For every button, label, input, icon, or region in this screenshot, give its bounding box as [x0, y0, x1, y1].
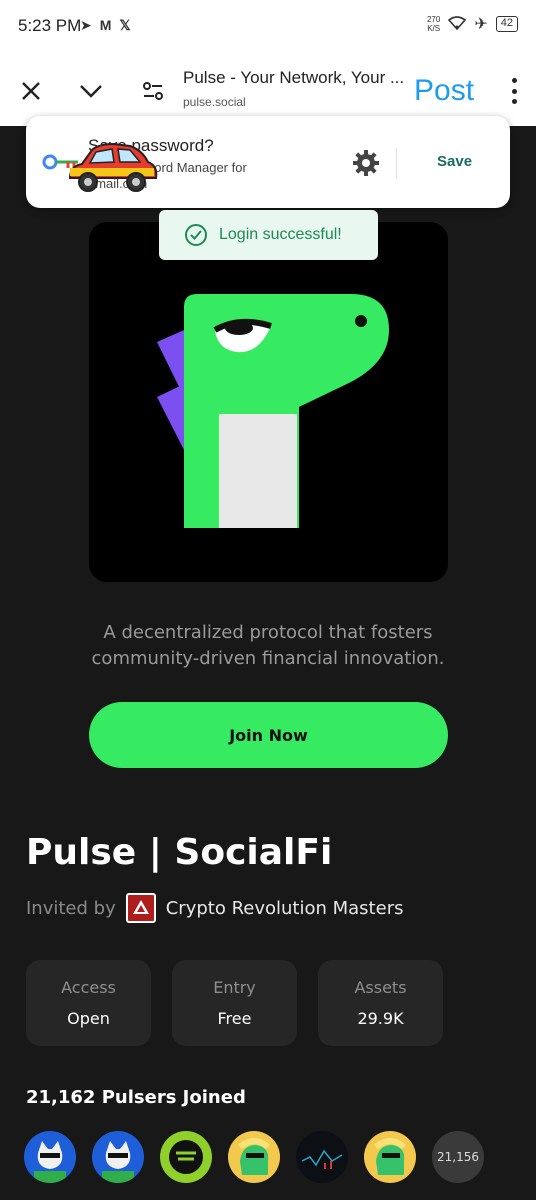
save-password-prompt: Save password? Password Manager for gmai…: [26, 116, 510, 208]
wifi-icon: [448, 15, 467, 33]
airplane-icon: ✈: [474, 16, 488, 33]
join-now-button[interactable]: Join Now: [89, 702, 448, 768]
notification-icons: ➤ M 𝕏: [80, 17, 131, 34]
chevron-down-icon[interactable]: [76, 76, 106, 106]
divider: [396, 148, 397, 178]
avatar[interactable]: [92, 1131, 144, 1183]
avatar[interactable]: [296, 1131, 348, 1183]
telegram-icon: ➤: [80, 17, 92, 33]
page-url[interactable]: pulse.social: [183, 95, 246, 109]
inviter-name[interactable]: Crypto Revolution Masters: [166, 898, 404, 919]
pulse-logo-image: [89, 222, 448, 582]
members-joined-count: 21,162 Pulsers Joined: [26, 1087, 246, 1108]
invited-label: Invited by: [26, 897, 116, 919]
system-icons: 270 K/S ✈ 42: [427, 14, 518, 34]
stat-entry: Entry Free: [172, 960, 297, 1046]
inviter-avatar[interactable]: [125, 893, 156, 923]
gear-icon[interactable]: [352, 149, 380, 177]
more-members-count[interactable]: 21,156: [432, 1131, 484, 1183]
close-icon[interactable]: [16, 76, 46, 106]
stat-assets: Assets 29.9K: [318, 960, 443, 1046]
avatar[interactable]: [228, 1131, 280, 1183]
car-sticker-icon: [64, 140, 160, 201]
tagline: A decentralized protocol that fosters co…: [91, 622, 445, 669]
more-menu-icon[interactable]: [510, 78, 518, 104]
avatar[interactable]: [160, 1131, 212, 1183]
member-avatars: 21,156: [24, 1131, 484, 1183]
status-time: 5:23 PM: [18, 16, 82, 35]
battery-icon: 42: [495, 16, 518, 32]
save-password-button[interactable]: Save: [437, 153, 472, 170]
login-success-toast: Login successful!: [159, 210, 378, 260]
avatar[interactable]: [24, 1131, 76, 1183]
check-circle-icon: [185, 224, 207, 246]
x-icon: 𝕏: [119, 17, 131, 33]
post-button[interactable]: Post: [414, 74, 474, 108]
community-stats: Access Open Entry Free Assets 29.9K: [26, 960, 443, 1046]
network-speed: 270 K/S: [426, 15, 441, 33]
stat-access: Access Open: [26, 960, 151, 1046]
toast-message: Login successful!: [219, 226, 342, 243]
page-title[interactable]: Pulse - Your Network, Your ...: [183, 68, 413, 88]
community-name: Pulse | SocialFi: [26, 832, 333, 873]
gmail-icon: M: [99, 17, 112, 33]
site-settings-icon[interactable]: [138, 76, 168, 106]
avatar[interactable]: [364, 1131, 416, 1183]
invited-by: Invited by Crypto Revolution Masters: [26, 893, 403, 923]
status-bar: 5:23 PM ➤ M 𝕏 270 K/S ✈ 42: [0, 0, 536, 54]
